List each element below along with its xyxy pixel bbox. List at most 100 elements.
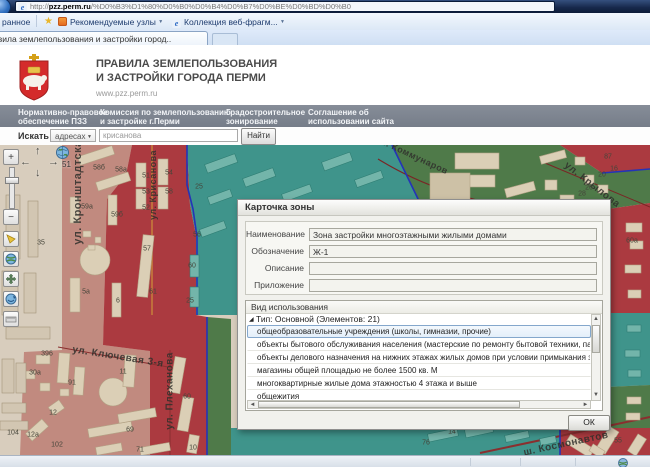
building-number-label: 25	[195, 184, 203, 191]
recommended-sites-button[interactable]: Рекомендуемые узлы ▼	[58, 17, 163, 27]
pan-up-icon[interactable]: ↑	[35, 145, 41, 157]
list-group-row[interactable]: ◢ Тип: Основной (Элементов: 21)	[246, 314, 602, 325]
address-bar[interactable]: e http://pzz.perm.ru/%D0%B3%D1%80%D0%B0%…	[15, 1, 555, 12]
street-label: ул. Ключевая 3-я	[72, 344, 165, 369]
building-number-label: 51	[142, 173, 150, 180]
main-nav: Нормативно-правовоеобеспечение ПЗЗ Комис…	[0, 105, 650, 127]
nav-item-normative[interactable]: Нормативно-правовоеобеспечение ПЗЗ	[18, 108, 108, 126]
search-strip: Искать в: адресах▼ Найти	[0, 127, 650, 145]
field-input-designation[interactable]	[309, 245, 597, 258]
chevron-down-icon: ▼	[158, 19, 163, 25]
building-number-label: 28	[578, 191, 586, 198]
tab-active[interactable]: авила землепользования и застройки город…	[0, 31, 208, 45]
building-number-label: 25	[186, 298, 194, 305]
list-header: Вид использования	[246, 301, 602, 314]
building-number-label: 76	[422, 440, 430, 447]
building-number-label: 60а	[626, 238, 638, 245]
vertical-scroll-thumb[interactable]	[592, 325, 600, 353]
horizontal-scroll-thumb[interactable]	[258, 401, 520, 408]
measure-tool-button[interactable]	[3, 311, 19, 327]
list-item[interactable]: объекты бытового обслуживания населения …	[247, 338, 591, 351]
building-number-label: 10	[189, 445, 197, 452]
status-bar	[0, 455, 650, 467]
site-title: ПРАВИЛА ЗЕМЛЕПОЛЬЗОВАНИЯ И ЗАСТРОЙКИ ГОР…	[96, 57, 277, 85]
building-number-label: 61	[149, 289, 157, 296]
field-input-name[interactable]	[309, 228, 597, 241]
nav-item-commission[interactable]: Комиссия по землепользованиюи застройке …	[100, 108, 231, 126]
building-number-label: 71	[136, 447, 144, 454]
list-items-viewport: общеобразовательные учреждения (школы, г…	[247, 325, 591, 401]
building-number-label: 60	[183, 394, 191, 401]
list-item[interactable]: общеобразовательные учреждения (школы, г…	[247, 325, 591, 338]
building-number-label: 11	[119, 369, 126, 376]
field-input-attachment[interactable]	[309, 279, 597, 292]
street-label: ул. Коммунаров	[374, 145, 450, 176]
dialog-title[interactable]: Карточка зоны	[238, 200, 610, 216]
horizontal-scrollbar[interactable]: ◄ ►	[247, 400, 591, 409]
building-number-label: 16	[610, 166, 618, 173]
building-number-label: 58а	[115, 167, 127, 174]
street-label: ул. Кронштадтская	[72, 145, 84, 245]
globe-icon	[5, 253, 17, 265]
scroll-left-icon[interactable]: ◄	[248, 401, 257, 410]
vertical-scrollbar[interactable]: ▲ ▼	[591, 314, 601, 401]
building-number-label: 91	[68, 380, 76, 387]
zoom-in-button[interactable]: +	[3, 149, 19, 165]
building-number-label: 26	[585, 185, 593, 192]
site-header: ПРАВИЛА ЗЕМЛЕПОЛЬЗОВАНИЯ И ЗАСТРОЙКИ ГОР…	[0, 45, 650, 105]
zone-card-dialog: Карточка зоны Наименование Обозначение О…	[237, 199, 611, 430]
street-label: ш. Космонавтов	[523, 430, 610, 455]
building-number-label: 58б	[93, 165, 105, 172]
browser-titlebar: e http://pzz.perm.ru/%D0%B3%D1%80%D0%B0%…	[0, 0, 650, 13]
map-scale-label: 51	[62, 160, 71, 169]
building-number-label: 104	[7, 430, 19, 437]
divider	[470, 458, 471, 466]
favorites-label[interactable]: ранное	[2, 17, 30, 27]
favorites-bar: ранное ★ Рекомендуемые узлы ▼ eКоллекция…	[0, 13, 650, 31]
building-number-label: 5а	[82, 289, 90, 296]
zoom-slider[interactable]	[9, 167, 15, 209]
recommended-sites-icon	[58, 17, 67, 26]
cone-icon	[5, 233, 17, 245]
ok-button[interactable]: ОК	[568, 415, 610, 431]
site-url: www.pzz.perm.ru	[96, 89, 157, 98]
page-favicon-icon: e	[18, 3, 27, 12]
building-number-label: 52	[142, 205, 150, 212]
web-slices-button[interactable]: eКоллекция веб-фрагм... ▼	[172, 17, 285, 28]
search-scope-select[interactable]: адресах▼	[50, 129, 96, 142]
field-input-description[interactable]	[309, 262, 597, 275]
list-item[interactable]: магазины общей площадью не более 1500 кв…	[247, 364, 591, 377]
chevron-down-icon: ▼	[87, 131, 92, 144]
scroll-right-icon[interactable]: ►	[581, 401, 590, 410]
divider	[520, 458, 521, 466]
building-number-label: 20	[598, 172, 606, 179]
field-label-attachment: Приложение	[246, 279, 304, 292]
globe-icon[interactable]	[56, 146, 69, 159]
list-item[interactable]: объекты делового назначения на нижних эт…	[247, 351, 591, 364]
scroll-up-icon[interactable]: ▲	[592, 315, 600, 324]
building-number-label: 102	[51, 442, 63, 449]
tab-bar: авила землепользования и застройки город…	[0, 30, 650, 46]
divider	[575, 458, 576, 466]
add-favorite-star-icon[interactable]: ★	[44, 16, 53, 27]
pan-left-icon[interactable]: ←	[20, 156, 31, 168]
prev-extent-button[interactable]	[3, 291, 19, 307]
identify-tool-button[interactable]	[3, 231, 19, 247]
search-input[interactable]	[99, 129, 238, 142]
street-label: ул. Плеханова	[165, 352, 176, 430]
zone-fields-panel: Наименование Обозначение Описание Прилож…	[245, 221, 603, 295]
list-item[interactable]: многоквартирные жилые дома этажностью 4 …	[247, 377, 591, 390]
pan-down-icon[interactable]: ↓	[35, 167, 41, 179]
nav-item-agreement[interactable]: Соглашение обиспользовании сайта	[308, 108, 394, 126]
search-button[interactable]: Найти	[241, 128, 276, 145]
zoom-slider-handle[interactable]	[5, 177, 19, 184]
building-number-label: 55	[614, 438, 622, 445]
nav-item-zoning[interactable]: Градостроительноезонирование	[226, 108, 305, 126]
building-number-label: 12	[49, 410, 57, 417]
scroll-down-icon[interactable]: ▼	[592, 391, 600, 400]
full-extent-button[interactable]	[3, 251, 19, 267]
expander-icon[interactable]: ◢	[249, 317, 254, 323]
zoom-out-button[interactable]: −	[3, 209, 19, 225]
building-number-label: 69	[126, 427, 134, 434]
pan-tool-button[interactable]	[3, 271, 19, 287]
